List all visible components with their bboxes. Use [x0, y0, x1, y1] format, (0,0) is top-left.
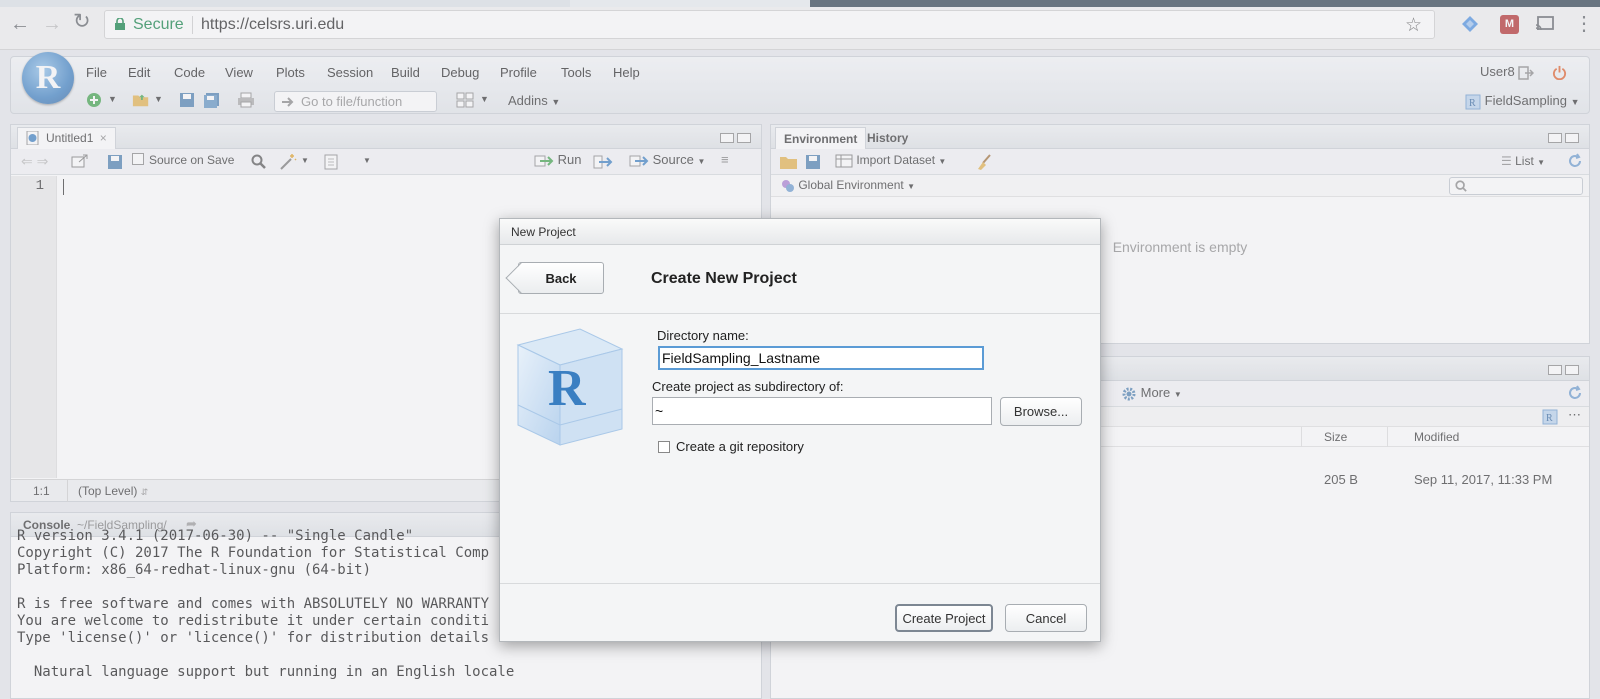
back-button[interactable]: Back	[518, 262, 604, 294]
directory-name-input[interactable]: FieldSampling_Lastname	[658, 346, 984, 370]
subdirectory-input[interactable]: ~	[652, 397, 992, 425]
directory-name-label: Directory name:	[657, 328, 749, 343]
git-repository-checkbox[interactable]	[658, 441, 670, 453]
dialog-footer: Create Project Cancel	[500, 583, 1100, 641]
back-label: Back	[545, 271, 577, 286]
dialog-heading: Create New Project	[651, 270, 797, 287]
new-project-dialog: New Project Back Create New Project R Di…	[499, 218, 1101, 642]
create-project-button[interactable]: Create Project	[895, 604, 993, 632]
subdirectory-label: Create project as subdirectory of:	[652, 379, 844, 394]
cancel-button[interactable]: Cancel	[1005, 604, 1087, 632]
git-repository-label[interactable]: Create a git repository	[676, 439, 804, 454]
svg-text:R: R	[548, 360, 587, 417]
dialog-title: New Project	[500, 219, 1100, 245]
browse-button[interactable]: Browse...	[1000, 397, 1082, 426]
r-project-cube-icon: R	[516, 328, 624, 446]
dialog-header: Back Create New Project	[500, 245, 1100, 314]
